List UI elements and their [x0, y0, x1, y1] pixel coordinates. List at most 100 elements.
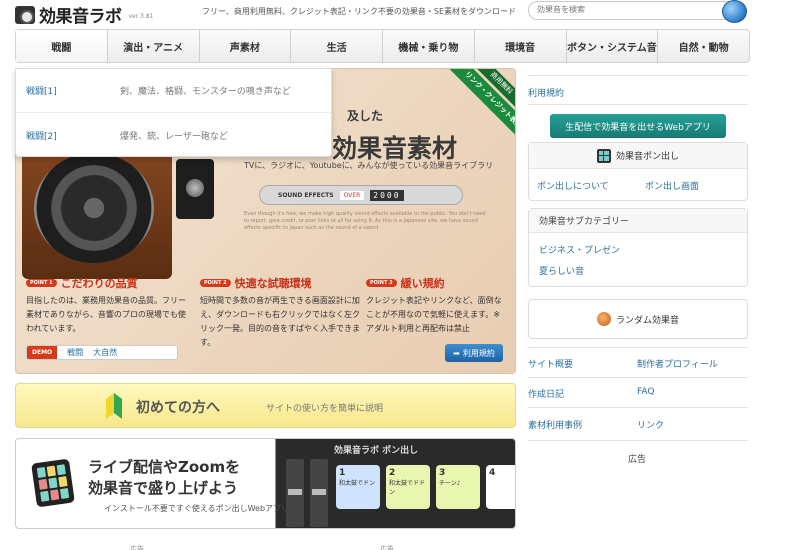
demo-link-battle[interactable]: 戦闘: [67, 347, 83, 358]
app-pad: 4: [486, 465, 515, 509]
random-sfx-button[interactable]: ランダム効果音: [528, 299, 748, 339]
ponedashi-about-link[interactable]: ポン出しについて: [537, 179, 609, 192]
sfx-count: 2000: [370, 189, 404, 201]
footer-link-profile[interactable]: 制作者プロフィール: [637, 357, 718, 370]
terms-button[interactable]: ➡ 利用規約: [445, 344, 503, 362]
sidebar-ad-label: 広告: [628, 455, 647, 465]
sfx-label: SOUND EFFECTS: [278, 191, 334, 199]
ad-label-center: 広告: [380, 545, 394, 550]
point-title: こだわりの品質: [60, 277, 138, 290]
app-pad-number: 4: [489, 468, 496, 478]
ponedashi-box: 効果音ポン出し ポン出しについて ポン出し画面: [528, 142, 748, 201]
dropdown-item-name[interactable]: 戦闘[2]: [26, 129, 120, 142]
search-box: [528, 0, 747, 23]
site-logo[interactable]: 効果音ラボ ver 3.81: [15, 2, 153, 27]
beginner-leaf-icon: [106, 393, 122, 419]
demo-link-nature[interactable]: 大自然: [93, 347, 117, 358]
battle-dropdown-menu: 戦闘[1] 剣、魔法、格闘、モンスターの鳴き声など 戦闘[2] 爆発、銃、レーザ…: [15, 68, 332, 157]
fader-illustration: [310, 459, 328, 527]
fader-illustration: [286, 459, 304, 527]
search-button[interactable]: [722, 0, 747, 23]
footer-link-overview[interactable]: サイト概要: [528, 357, 573, 370]
app-pad-grid: 1 和太鼓でドン 2 和太鼓でドドン 3 チーン♪ 4: [336, 465, 515, 509]
version-label: ver 3.81: [128, 13, 154, 20]
hero-title-prefix: 及した: [347, 109, 384, 123]
app-pad-number: 1: [339, 468, 346, 478]
demo-tag: DEMO: [27, 346, 58, 359]
footer-link-diary[interactable]: 作成日記: [528, 387, 564, 400]
footer-link-cases[interactable]: 素材利用事例: [528, 418, 582, 431]
sfx-over: OVER: [339, 190, 365, 200]
nav-item-6[interactable]: 環境音: [475, 30, 567, 62]
nav-item-3[interactable]: 声素材: [200, 30, 292, 62]
nav-item-1[interactable]: 戦闘: [16, 30, 108, 62]
footer-link-links[interactable]: リンク: [637, 418, 664, 431]
divider: [528, 377, 748, 378]
point-badge: POINT 1: [26, 279, 57, 287]
live-banner-subtitle: インストール不要ですぐ使えるポン出しWebアプリ: [104, 504, 290, 513]
point-3: POINT 3 緩い規約 クレジット表記やリンクなど、面倒なことが不用なので気軽…: [366, 275, 506, 336]
arrow-right-icon: ➡: [453, 348, 460, 358]
logo-speaker-icon: [15, 5, 35, 24]
sidebar-terms-link[interactable]: 利用規約: [528, 86, 564, 99]
point-body: 目指したのは、業務用効果音の品質。フリー素材でありながら、音響のプロの現場でも使…: [26, 296, 186, 333]
divider: [528, 75, 748, 76]
nav-item-2[interactable]: 演出・アニメ: [108, 30, 200, 62]
point-badge: POINT 3: [366, 279, 397, 287]
app-pad-number: 3: [439, 468, 446, 478]
subcategory-link-business[interactable]: ビジネス・プレゼン: [539, 243, 620, 256]
sound-effects-counter: SOUND EFFECTS OVER 2000: [259, 185, 463, 205]
ponedashi-screen-link[interactable]: ポン出し画面: [645, 179, 699, 192]
hero-fine-print: Even though it's free, we make high qual…: [244, 211, 486, 231]
app-pad: 1 和太鼓でドン: [336, 465, 380, 509]
point-body: クレジット表記やリンクなど、面倒なことが不用なので気軽に使えます。※アダルト利用…: [366, 296, 502, 333]
subcategory-box: 効果音サブカテゴリー ビジネス・プレゼン 夏らしい音: [528, 208, 748, 287]
live-stream-banner[interactable]: ライブ配信やZoomを 効果音で盛り上げよう インストール不要ですぐ使えるポン出…: [15, 438, 516, 529]
random-sfx-label: ランダム効果音: [615, 315, 679, 326]
stream-app-button[interactable]: 生配信で効果音を出せるWebアプリ: [550, 114, 726, 138]
nav-item-8[interactable]: 自然・動物: [658, 30, 749, 62]
pad-icon: [596, 148, 611, 163]
point-body: 短時間で多数の音が再生できる画面設計に加え、ダウンロードも右クリックではなく左ク…: [200, 296, 360, 347]
ponedashi-title: 効果音ポン出し: [615, 152, 679, 162]
app-title: 効果音ラボ ポン出し: [334, 446, 419, 456]
divider: [528, 104, 748, 105]
app-pad-label: チーン♪: [439, 480, 461, 487]
small-speaker-illustration: [176, 159, 214, 219]
nav-item-5[interactable]: 機械・乗り物: [383, 30, 475, 62]
dropdown-item-desc: 剣、魔法、格闘、モンスターの鳴き声など: [120, 87, 291, 97]
point-title: 緩い規約: [400, 277, 445, 290]
dropdown-item-desc: 爆発、銃、レーザー砲など: [120, 131, 228, 142]
app-pad-label: 和太鼓でドドン: [389, 480, 426, 496]
point-2: POINT 2 快適な試聴環境 短時間で多数の音が再生できる画面設計に加え、ダウ…: [200, 275, 360, 350]
divider: [528, 407, 748, 408]
app-pad: 2 和太鼓でドドン: [386, 465, 430, 509]
point-title: 快適な試聴環境: [234, 277, 312, 290]
hero-subtitle: TVに、ラジオに、Youtubeに、みんなが使っている効果音ライブラリ: [244, 161, 494, 170]
subcategory-link-summer[interactable]: 夏らしい音: [539, 264, 584, 277]
live-banner-line2: 効果音で盛り上げよう: [88, 479, 239, 497]
nav-item-7[interactable]: ボタン・システム音: [567, 30, 659, 62]
footer-link-faq[interactable]: FAQ: [637, 387, 654, 397]
logo-text: 効果音ラボ: [39, 7, 122, 27]
point-1: POINT 1 こだわりの品質 目指したのは、業務用効果音の品質。フリー素材であ…: [26, 275, 186, 336]
dropdown-item-battle-2[interactable]: 戦闘[2] 爆発、銃、レーザー砲など: [16, 113, 331, 157]
beginner-banner-subtitle: サイトの使い方を簡単に説明: [266, 404, 384, 414]
terms-button-label: 利用規約: [462, 348, 495, 358]
ponedashi-header: 効果音ポン出し: [529, 143, 747, 169]
divider: [528, 440, 748, 441]
live-banner-line1: ライブ配信やZoomを: [88, 458, 241, 476]
search-input[interactable]: [537, 5, 707, 14]
beginner-banner-title: 初めての方へ: [136, 400, 220, 416]
category-nav: 戦闘 演出・アニメ 声素材 生活 機械・乗り物 環境音 ボタン・システム音 自然・動物: [15, 29, 750, 63]
divider: [528, 347, 748, 348]
site-tagline: フリー、商用利用無料、クレジット表記・リンク不要の効果音・SE素材をダウンロード: [202, 7, 517, 16]
ad-label-left: 広告: [130, 545, 144, 550]
dropdown-item-battle-1[interactable]: 戦闘[1] 剣、魔法、格闘、モンスターの鳴き声など: [16, 69, 331, 113]
subcategory-title: 効果音サブカテゴリー: [529, 209, 747, 233]
app-pad: 3 チーン♪: [436, 465, 480, 509]
beginner-banner[interactable]: 初めての方へ サイトの使い方を簡単に説明: [15, 383, 516, 428]
nav-item-4[interactable]: 生活: [291, 30, 383, 62]
pad-grid-icon: [31, 458, 75, 508]
dropdown-item-name[interactable]: 戦闘[1]: [26, 84, 120, 97]
